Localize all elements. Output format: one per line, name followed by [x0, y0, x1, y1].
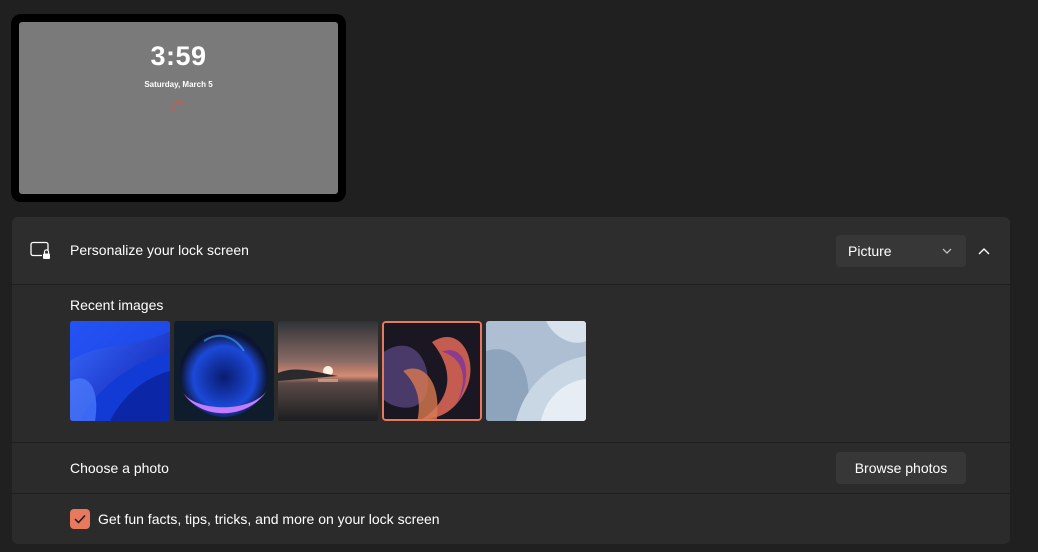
- purple-ribbon-image: [384, 323, 480, 419]
- recent-image-3[interactable]: [278, 321, 378, 421]
- preview-time: 3:59: [150, 41, 207, 71]
- blue-bloom-image: [70, 321, 170, 421]
- fun-facts-row: Get fun facts, tips, tricks, and more on…: [12, 494, 1010, 544]
- lock-screen-card: Personalize your lock screen Picture Rec…: [12, 217, 1010, 544]
- browse-photos-button[interactable]: Browse photos: [836, 452, 966, 484]
- chevron-down-icon: [942, 248, 952, 254]
- loading-spinner-icon: [170, 100, 184, 112]
- background-type-select[interactable]: Picture: [836, 235, 966, 267]
- preview-screen: 3:59 Saturday, March 5: [19, 22, 338, 194]
- recent-images-row: Recent images: [12, 285, 1010, 442]
- recent-image-5[interactable]: [486, 321, 586, 421]
- fun-facts-label: Get fun facts, tips, tricks, and more on…: [98, 511, 440, 527]
- checkmark-icon: [74, 514, 86, 524]
- silver-bloom-image: [486, 321, 586, 421]
- chevron-up-icon[interactable]: [976, 243, 992, 259]
- personalize-title: Personalize your lock screen: [70, 242, 249, 258]
- choose-photo-label: Choose a photo: [70, 460, 169, 476]
- sunset-lake-image: [278, 321, 378, 421]
- choose-photo-row: Choose a photo Browse photos: [12, 443, 1010, 493]
- recent-image-2[interactable]: [174, 321, 274, 421]
- recent-image-4[interactable]: [382, 321, 482, 421]
- glow-orb-image: [174, 321, 274, 421]
- lock-screen-settings-page: 3:59 Saturday, March 5 Personalize your …: [0, 0, 1038, 552]
- personalize-lock-screen-row[interactable]: Personalize your lock screen Picture: [12, 217, 1010, 284]
- lock-screen-preview: 3:59 Saturday, March 5: [11, 14, 346, 202]
- lock-screen-icon: [30, 241, 51, 259]
- recent-image-1[interactable]: [70, 321, 170, 421]
- background-type-value: Picture: [848, 243, 892, 259]
- recent-images-label: Recent images: [70, 297, 164, 313]
- preview-date: Saturday, March 5: [144, 80, 213, 89]
- fun-facts-checkbox[interactable]: [70, 509, 90, 529]
